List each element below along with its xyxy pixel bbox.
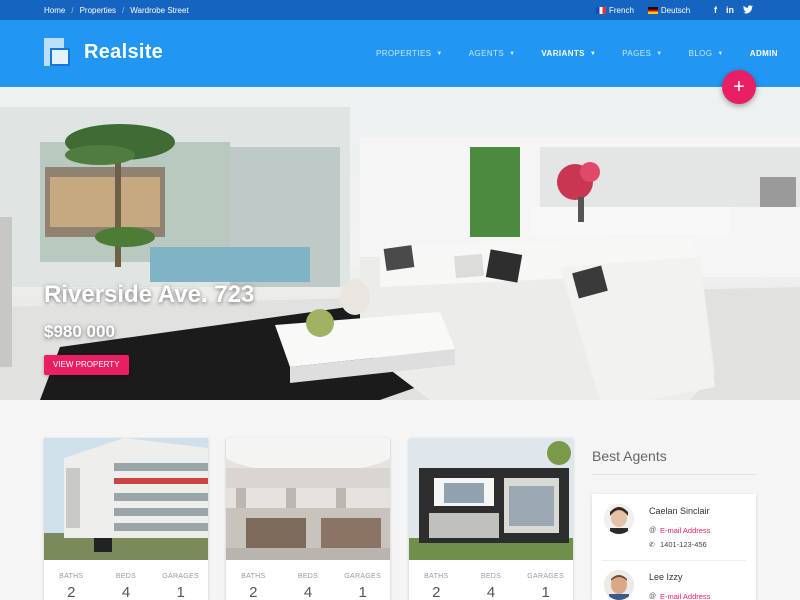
- flag-de-icon: [647, 6, 658, 14]
- property-card[interactable]: BATHS 2 BEDS 4 GARAGES 1: [226, 438, 390, 600]
- nav-admin[interactable]: ADMIN: [750, 49, 778, 58]
- breadcrumb-properties[interactable]: Properties: [80, 6, 116, 15]
- nav-properties[interactable]: PROPERTIES ▼: [376, 49, 443, 58]
- caret-down-icon: ▼: [436, 50, 443, 57]
- top-bar: Home / Properties / Wardrobe Street Fren…: [0, 0, 800, 20]
- language-label: French: [609, 5, 634, 15]
- phone-icon: ✆: [649, 541, 655, 549]
- caret-down-icon: ▼: [717, 50, 724, 57]
- agent-item[interactable]: Lee Izzy @ E-mail Address: [592, 560, 756, 600]
- agent-email-row: @ E-mail Address: [649, 526, 710, 535]
- nav-agents[interactable]: AGENTS ▼: [469, 49, 516, 58]
- stat-garages: GARAGES 1: [521, 573, 571, 600]
- stat-label: GARAGES: [162, 573, 199, 580]
- stat-value: 4: [121, 584, 131, 600]
- stat-value: 2: [67, 584, 76, 600]
- hero-banner: Riverside Ave. 723 $980 000 VIEW PROPERT…: [0, 87, 800, 400]
- property-photo[interactable]: [44, 438, 208, 560]
- stat-label: BEDS: [480, 573, 502, 580]
- property-title: Riverside Ave. 723: [44, 281, 255, 308]
- property-photo[interactable]: [226, 438, 390, 560]
- property-price: $980 000: [44, 322, 115, 341]
- language-switcher: French Deutsch: [596, 0, 700, 20]
- agent-phone-row: ✆ 1401-123-456: [649, 540, 707, 549]
- stat-baths: BATHS 2: [46, 573, 96, 600]
- language-label: Deutsch: [660, 5, 691, 15]
- property-card[interactable]: BATHS 2 BEDS 4 GARAGES 1: [409, 438, 573, 600]
- stat-value: 2: [249, 584, 258, 600]
- nav-label: BLOG: [688, 49, 713, 58]
- property-card[interactable]: BATHS 2 BEDS 4 GARAGES 1: [44, 438, 208, 600]
- agent-email-link[interactable]: E-mail Address: [660, 526, 710, 535]
- agent-name[interactable]: Lee Izzy: [649, 572, 683, 582]
- stat-label: GARAGES: [344, 573, 381, 580]
- agent-email-row: @ E-mail Address: [649, 592, 710, 600]
- divider: [592, 474, 756, 475]
- flag-fr-icon: [596, 6, 606, 14]
- property-stats: BATHS 2 BEDS 4 GARAGES 1: [409, 560, 573, 600]
- property-stats: BATHS 2 BEDS 4 GARAGES 1: [44, 560, 208, 600]
- stat-garages: GARAGES 1: [338, 573, 388, 600]
- caret-down-icon: ▼: [509, 50, 516, 57]
- nav-label: ADMIN: [749, 49, 778, 58]
- language-french[interactable]: French: [596, 6, 634, 15]
- logo[interactable]: Realsite: [44, 38, 163, 66]
- facebook-icon[interactable]: f: [714, 5, 717, 15]
- stat-label: BATHS: [59, 573, 84, 580]
- add-property-button[interactable]: +: [722, 70, 756, 104]
- stat-label: BEDS: [297, 573, 319, 580]
- at-icon: @: [649, 527, 657, 534]
- stat-beds: BEDS 4: [283, 573, 333, 600]
- social-links: f in: [714, 0, 753, 20]
- breadcrumb-home[interactable]: Home: [44, 6, 65, 15]
- stat-value: 1: [358, 584, 367, 600]
- stat-label: GARAGES: [527, 573, 564, 580]
- nav-label: PAGES: [622, 49, 652, 58]
- caret-down-icon: ▼: [589, 50, 597, 57]
- nav-variants[interactable]: VARIANTS ▼: [541, 49, 596, 58]
- agent-email-link[interactable]: E-mail Address: [660, 592, 710, 600]
- stat-baths: BATHS 2: [411, 573, 461, 600]
- stat-value: 1: [176, 584, 185, 600]
- breadcrumb-separator: /: [122, 5, 125, 15]
- nav-label: AGENTS: [468, 49, 505, 58]
- agents-list: Caelan Sinclair @ E-mail Address ✆ 1401-12…: [592, 494, 756, 600]
- nav-label: PROPERTIES: [376, 49, 432, 58]
- linkedin-icon[interactable]: in: [726, 5, 734, 15]
- twitter-icon[interactable]: [743, 4, 753, 16]
- stat-baths: BATHS 2: [228, 573, 278, 600]
- nav-label: VARIANTS: [541, 49, 585, 58]
- caret-down-icon: ▼: [656, 50, 663, 57]
- property-photo[interactable]: [409, 438, 573, 560]
- stat-label: BATHS: [241, 573, 266, 580]
- hero-living-room-image: [0, 87, 800, 400]
- best-agents-heading: Best Agents: [592, 448, 667, 464]
- stat-beds: BEDS 4: [101, 573, 151, 600]
- property-stats: BATHS 2 BEDS 4 GARAGES 1: [226, 560, 390, 600]
- language-deutsch[interactable]: Deutsch: [647, 5, 691, 15]
- stat-value: 1: [541, 584, 550, 600]
- breadcrumb-current: Wardrobe Street: [130, 5, 189, 15]
- agent-item[interactable]: Caelan Sinclair @ E-mail Address ✆ 1401-12…: [592, 494, 756, 561]
- stat-value: 4: [303, 584, 313, 600]
- brand-name: Realsite: [84, 40, 164, 63]
- breadcrumb-separator: /: [71, 5, 74, 15]
- stat-beds: BEDS 4: [466, 573, 516, 600]
- stat-garages: GARAGES 1: [156, 573, 206, 600]
- stat-value: 2: [432, 584, 441, 600]
- breadcrumb: Home / Properties / Wardrobe Street: [44, 0, 189, 20]
- stat-label: BEDS: [115, 573, 137, 580]
- stat-label: BATHS: [424, 573, 449, 580]
- avatar[interactable]: [604, 504, 634, 534]
- at-icon: @: [649, 593, 657, 600]
- nav-pages[interactable]: PAGES ▼: [622, 49, 662, 58]
- view-property-button[interactable]: VIEW PROPERTY: [44, 355, 129, 375]
- agent-name[interactable]: Caelan Sinclair: [649, 506, 710, 516]
- avatar[interactable]: [604, 570, 634, 600]
- logo-icon: [44, 38, 70, 66]
- main-header: Realsite PROPERTIES ▼ AGENTS ▼ VARIANTS ▼ P…: [0, 20, 800, 87]
- agent-phone: 1401-123-456: [660, 540, 707, 549]
- stat-value: 4: [486, 584, 496, 600]
- nav-blog[interactable]: BLOG ▼: [689, 49, 724, 58]
